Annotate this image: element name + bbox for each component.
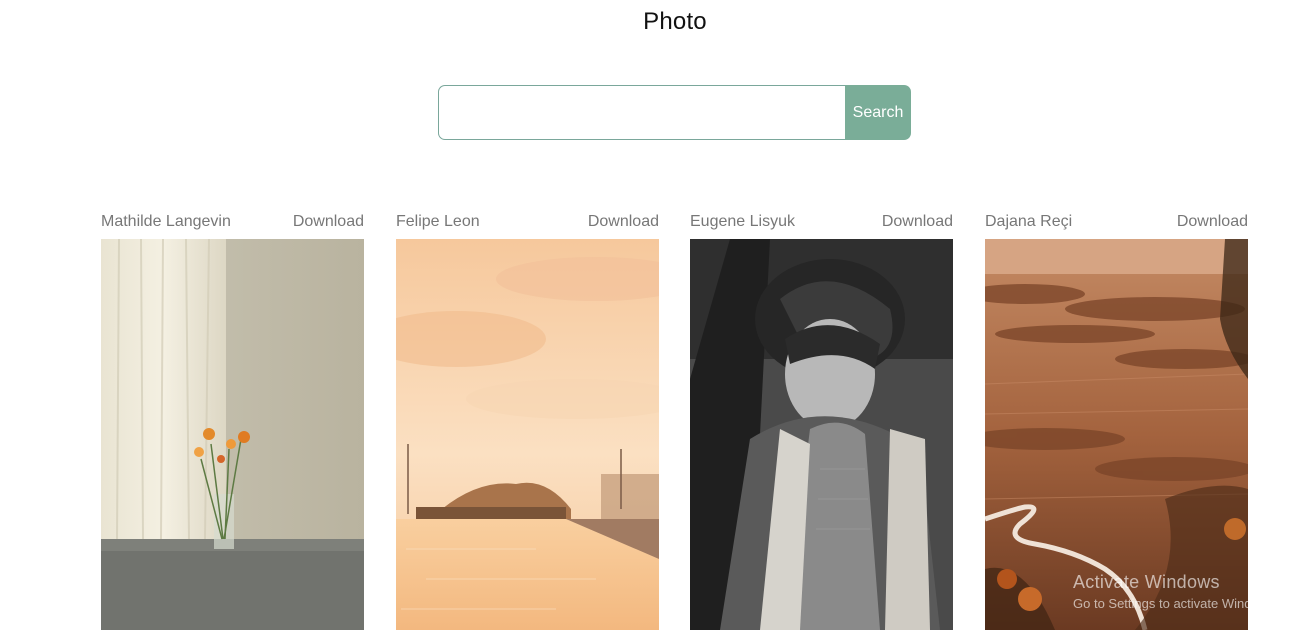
photo-image[interactable] bbox=[690, 239, 953, 630]
photo-card-header: Mathilde Langevin Download bbox=[101, 210, 364, 234]
photo-gallery-page: Photo Search Mathilde Langevin Download bbox=[0, 0, 1312, 630]
download-link[interactable]: Download bbox=[882, 213, 953, 231]
search-button[interactable]: Search bbox=[845, 85, 911, 140]
photo-image[interactable] bbox=[985, 239, 1248, 630]
photo-card-header: Eugene Lisyuk Download bbox=[690, 210, 953, 234]
download-link[interactable]: Download bbox=[293, 213, 364, 231]
photo-card: Mathilde Langevin Download bbox=[101, 210, 364, 630]
search-form: Search bbox=[438, 85, 911, 140]
photo-author: Mathilde Langevin bbox=[101, 213, 231, 230]
search-input[interactable] bbox=[438, 85, 845, 140]
photo-author: Eugene Lisyuk bbox=[690, 213, 795, 230]
photo-author: Dajana Reçi bbox=[985, 213, 1073, 230]
photo-card-header: Felipe Leon Download bbox=[396, 210, 659, 234]
photo-card: Felipe Leon Download bbox=[396, 210, 659, 630]
photo-card: Dajana Reçi Download bbox=[985, 210, 1248, 630]
download-link[interactable]: Download bbox=[1177, 213, 1248, 231]
photo-card-header: Dajana Reçi Download bbox=[985, 210, 1248, 234]
photo-image[interactable] bbox=[396, 239, 659, 630]
photo-card: Eugene Lisyuk Download bbox=[690, 210, 953, 630]
page-title: Photo bbox=[643, 8, 707, 35]
photo-image[interactable] bbox=[101, 239, 364, 630]
download-link[interactable]: Download bbox=[588, 213, 659, 231]
photo-author: Felipe Leon bbox=[396, 213, 480, 230]
